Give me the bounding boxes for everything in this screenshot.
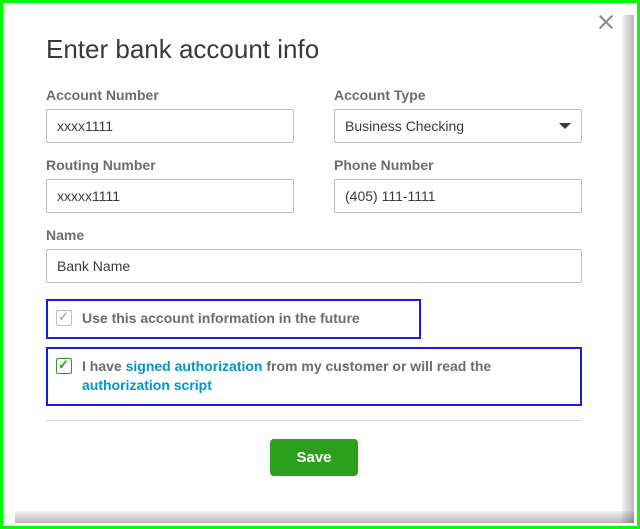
modal-frame: Enter bank account info Account Number A… [0, 0, 640, 529]
routing-number-input[interactable] [46, 179, 294, 213]
chevron-down-icon [559, 123, 571, 129]
bank-info-modal: Enter bank account info Account Number A… [6, 6, 622, 511]
use-future-row: Use this account information in the futu… [56, 309, 411, 329]
authorization-label: I have signed authorization from my cust… [82, 357, 572, 396]
name-label: Name [46, 227, 582, 243]
auth-text-middle: from my customer or will read the [262, 358, 491, 374]
account-number-input[interactable] [46, 109, 294, 143]
row-3: Name [46, 227, 582, 283]
name-input[interactable] [46, 249, 582, 283]
routing-number-field: Routing Number [46, 157, 294, 213]
auth-text-prefix: I have [82, 358, 126, 374]
routing-number-label: Routing Number [46, 157, 294, 173]
use-future-highlight: Use this account information in the futu… [46, 299, 421, 339]
use-future-checkbox[interactable] [56, 310, 72, 326]
account-number-field: Account Number [46, 87, 294, 143]
name-field: Name [46, 227, 582, 283]
shadow-bottom [15, 511, 634, 523]
close-icon[interactable] [596, 12, 616, 32]
phone-number-field: Phone Number [334, 157, 582, 213]
row-1: Account Number Account Type Business Che… [46, 87, 582, 143]
save-button[interactable]: Save [270, 439, 357, 476]
signed-authorization-link[interactable]: signed authorization [126, 358, 263, 374]
phone-number-label: Phone Number [334, 157, 582, 173]
row-2: Routing Number Phone Number [46, 157, 582, 213]
authorization-script-link[interactable]: authorization script [82, 377, 212, 393]
checkbox-section: Use this account information in the futu… [46, 299, 582, 406]
account-type-select[interactable]: Business Checking [334, 109, 582, 143]
authorization-highlight: I have signed authorization from my cust… [46, 347, 582, 406]
account-number-label: Account Number [46, 87, 294, 103]
account-type-value: Business Checking [345, 118, 464, 134]
divider [46, 420, 582, 421]
authorization-checkbox[interactable] [56, 358, 72, 374]
account-type-field: Account Type Business Checking [334, 87, 582, 143]
shadow-right [622, 15, 634, 523]
modal-title: Enter bank account info [46, 34, 582, 65]
account-type-label: Account Type [334, 87, 582, 103]
authorization-row: I have signed authorization from my cust… [56, 357, 572, 396]
use-future-label: Use this account information in the futu… [82, 309, 360, 329]
phone-number-input[interactable] [334, 179, 582, 213]
